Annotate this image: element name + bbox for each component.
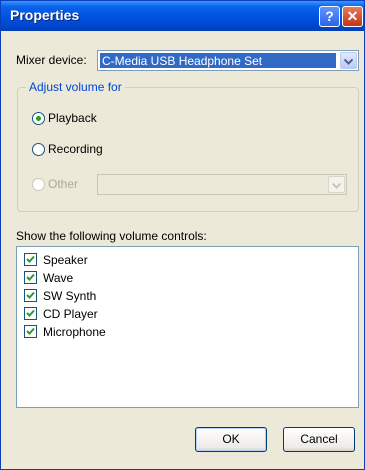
title-bar[interactable]: Properties ? ✕ <box>1 1 364 31</box>
radio-button-icon <box>32 178 45 191</box>
cancel-button[interactable]: Cancel <box>283 427 355 452</box>
dropdown-arrow-icon[interactable] <box>340 52 357 69</box>
checkbox-icon[interactable] <box>24 253 37 266</box>
list-item-label: Speaker <box>43 253 88 267</box>
radio-button-icon[interactable] <box>32 112 45 125</box>
adjust-volume-label: Adjust volume for <box>26 80 125 94</box>
playback-label: Playback <box>48 111 97 125</box>
dropdown-arrow-icon <box>328 176 345 193</box>
mixer-device-select[interactable]: C-Media USB Headphone Set <box>97 50 359 71</box>
radio-button-icon[interactable] <box>32 143 45 156</box>
checkbox-icon[interactable] <box>24 325 37 338</box>
list-item-label: SW Synth <box>43 289 97 303</box>
other-label: Other <box>48 177 79 191</box>
volume-controls-list[interactable]: Speaker Wave SW Synth CD Player Micropho… <box>16 246 359 408</box>
list-item-label: CD Player <box>43 307 98 321</box>
properties-dialog: Properties ? ✕ Mixer device: C-Media USB… <box>0 0 365 470</box>
checkbox-icon[interactable] <box>24 289 37 302</box>
close-button[interactable]: ✕ <box>342 6 363 27</box>
ok-button[interactable]: OK <box>195 427 267 452</box>
other-device-select <box>97 174 347 195</box>
mixer-device-value: C-Media USB Headphone Set <box>100 53 336 68</box>
window-title: Properties <box>10 7 80 23</box>
checkbox-icon[interactable] <box>24 271 37 284</box>
recording-label: Recording <box>48 142 103 156</box>
list-item-label: Microphone <box>43 325 106 339</box>
checkbox-icon[interactable] <box>24 307 37 320</box>
mixer-device-label: Mixer device: <box>16 53 87 67</box>
help-button[interactable]: ? <box>319 6 340 27</box>
list-item-label: Wave <box>43 271 74 285</box>
volume-controls-label: Show the following volume controls: <box>16 229 207 243</box>
